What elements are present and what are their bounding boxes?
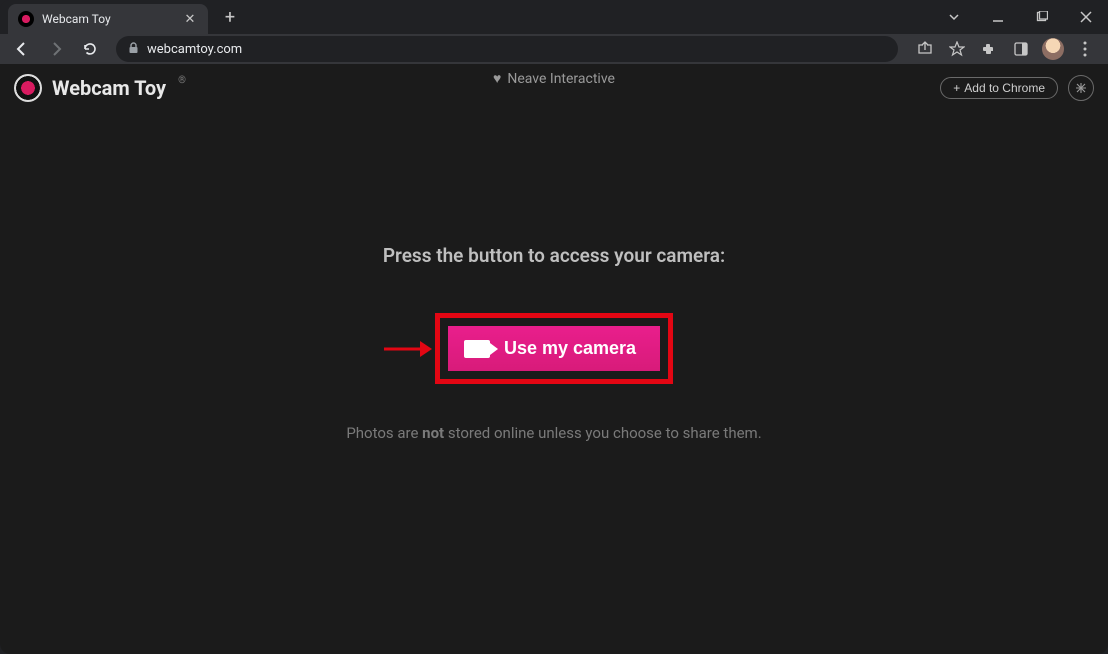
arrow-annotation-icon [382,337,432,361]
share-icon[interactable] [910,35,940,63]
bookmark-star-icon[interactable] [942,35,972,63]
tab-search-icon[interactable] [932,0,976,34]
app-header: Webcam Toy ® ♥ Neave Interactive + Add t… [0,64,1108,112]
cta-label: Use my camera [504,338,636,359]
add-to-chrome-button[interactable]: + Add to Chrome [940,77,1058,99]
prompt-text: Press the button to access your camera: [0,244,1108,267]
reload-button[interactable] [76,35,104,63]
brand-name: Webcam Toy [52,76,166,100]
browser-toolbar: webcamtoy.com [0,34,1108,64]
side-panel-icon[interactable] [1006,35,1036,63]
heart-icon: ♥ [493,70,501,87]
new-tab-button[interactable]: + [216,3,244,31]
footnote-suffix: stored online unless you choose to share… [444,424,762,442]
header-actions: + Add to Chrome [940,75,1094,101]
menu-circle-icon[interactable] [1068,75,1094,101]
close-tab-icon[interactable]: ✕ [182,13,198,26]
menu-dots-icon[interactable] [1070,35,1100,63]
header-tagline[interactable]: ♥ Neave Interactive [493,70,615,87]
main-content: Press the button to access your camera: … [0,244,1108,384]
tab-favicon-icon [18,11,34,27]
cta-highlight-box: Use my camera [435,313,673,384]
camera-icon [464,340,490,358]
forward-button[interactable] [42,35,70,63]
address-bar[interactable]: webcamtoy.com [116,36,898,62]
brand-logo-icon [14,74,42,102]
profile-avatar[interactable] [1042,38,1064,60]
footnote: Photos are not stored online unless you … [0,424,1108,442]
tab-title: Webcam Toy [42,12,182,26]
browser-tab[interactable]: Webcam Toy ✕ [8,4,208,34]
footnote-prefix: Photos are [346,424,422,442]
url-text: webcamtoy.com [147,42,886,57]
plus-icon: + [953,81,960,95]
use-my-camera-button[interactable]: Use my camera [448,326,660,371]
extensions-icon[interactable] [974,35,1004,63]
maximize-window-icon[interactable] [1020,0,1064,34]
browser-tab-strip: Webcam Toy ✕ + [0,0,1108,34]
brand-trademark: ® [178,75,186,86]
close-window-icon[interactable] [1064,0,1108,34]
add-to-chrome-label: Add to Chrome [964,81,1045,95]
minimize-window-icon[interactable] [976,0,1020,34]
brand[interactable]: Webcam Toy ® [14,74,186,102]
footnote-bold: not [422,424,444,442]
back-button[interactable] [8,35,36,63]
toolbar-actions [910,35,1100,63]
tagline-text: Neave Interactive [507,71,615,87]
lock-icon [128,42,139,57]
page-viewport: Webcam Toy ® ♥ Neave Interactive + Add t… [0,64,1108,654]
window-controls [932,0,1108,34]
